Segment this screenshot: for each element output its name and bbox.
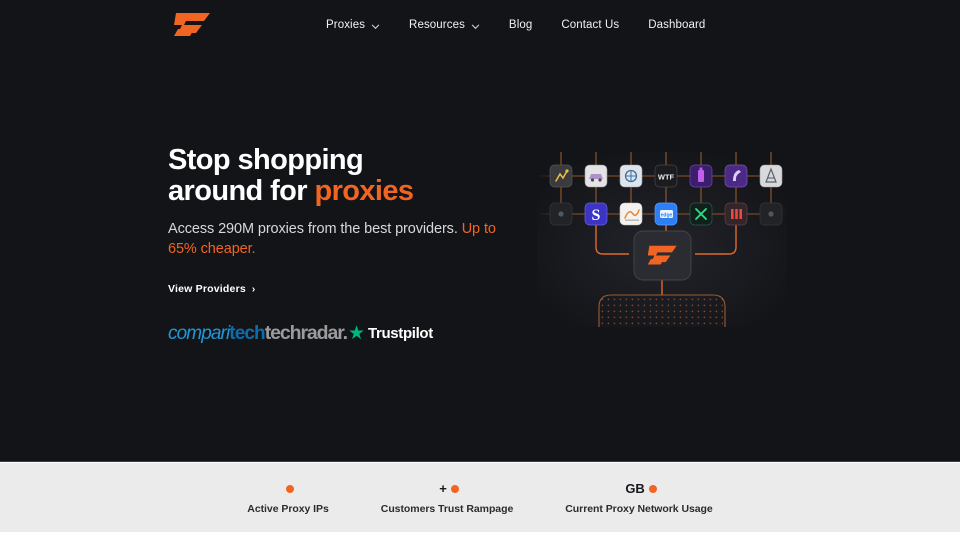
stat-current-proxy-network-usage: GB Current Proxy Network Usage — [539, 481, 738, 515]
tile-grey-tower-icon[interactable] — [759, 164, 783, 188]
headline-line-2-accent: proxies — [314, 174, 414, 207]
stats-bar: Active Proxy IPs + Customers Trust Rampa… — [0, 463, 960, 532]
tile-purple-bottle-icon[interactable] — [689, 164, 713, 188]
tile-network-icon[interactable] — [619, 164, 643, 188]
stat-customers-trust-rampage: + Customers Trust Rampage — [355, 481, 539, 515]
nav-item-contact-us[interactable]: Contact Us — [561, 19, 619, 31]
tile-car-icon[interactable] — [584, 164, 608, 188]
page-title: Stop shopping around for proxies — [168, 145, 498, 206]
nav-item-proxies[interactable]: Proxies — [326, 19, 380, 31]
hero-copy: Stop shopping around for proxies Access … — [168, 145, 498, 297]
loading-dot-icon — [648, 484, 657, 493]
rampage-r-logo-icon — [174, 13, 210, 36]
loading-dot-icon — [286, 484, 295, 493]
page-root: Proxies Resources Blog Contact Us Dashbo… — [0, 0, 960, 540]
comparitech-light-text: compari — [168, 323, 230, 345]
trustpilot-star-icon: ★ — [347, 323, 366, 345]
chevron-down-icon — [371, 22, 380, 31]
nav-item-blog[interactable]: Blog — [509, 19, 532, 31]
chevron-down-icon — [471, 22, 480, 31]
tile-light-card-icon[interactable] — [619, 202, 643, 226]
badge-comparitech[interactable]: comparitech — [168, 323, 266, 345]
subcopy-plain: Access 290M proxies from the best provid… — [168, 221, 462, 238]
trustpilot-label: Trustpilot — [368, 325, 433, 343]
nav-links: Proxies Resources Blog Contact Us Dashbo… — [326, 0, 705, 50]
nav-item-dashboard[interactable]: Dashboard — [648, 19, 705, 31]
diagram-mid-row: S edge — [549, 202, 783, 226]
tile-purple-lamp-icon[interactable] — [724, 164, 748, 188]
stat-value — [282, 481, 295, 497]
tile-x-green-icon[interactable] — [689, 202, 713, 226]
stat-label: Current Proxy Network Usage — [565, 502, 713, 515]
stat-value: GB — [621, 481, 657, 497]
nav-item-label: Resources — [409, 19, 465, 31]
svg-text:S: S — [592, 207, 601, 224]
hero-subcopy: Access 290M proxies from the best provid… — [168, 220, 498, 259]
brand-logo[interactable] — [172, 11, 212, 38]
nav-item-label: Contact Us — [561, 19, 620, 31]
top-navigation: Proxies Resources Blog Contact Us Dashbo… — [0, 0, 960, 50]
diagram-center-hub[interactable] — [633, 230, 692, 281]
stat-label: Customers Trust Rampage — [380, 502, 514, 515]
badge-trustpilot[interactable]: ★ Trustpilot — [348, 324, 433, 343]
proxy-network-diagram: WTF S edge — [537, 152, 787, 327]
tile-node-dot-left — [549, 202, 573, 226]
svg-text:WTF: WTF — [658, 173, 675, 182]
view-providers-label: View Providers — [168, 283, 246, 296]
stat-suffix: GB — [625, 481, 645, 496]
svg-text:edge: edge — [661, 213, 673, 219]
trust-badges: comparitech techradar. ★ Trustpilot — [168, 323, 433, 345]
view-providers-button[interactable]: View Providers › — [168, 283, 255, 295]
chevron-right-icon: › — [251, 283, 256, 295]
tile-wtf-icon[interactable]: WTF — [654, 164, 678, 188]
stat-active-proxy-ips: Active Proxy IPs — [221, 481, 355, 515]
stat-suffix: + — [439, 481, 447, 496]
badge-techradar[interactable]: techradar. — [265, 323, 348, 344]
nav-item-label: Blog — [508, 19, 533, 31]
comparitech-bold-text: tech — [229, 323, 265, 345]
tile-chart-icon[interactable] — [549, 164, 573, 188]
hero-section: Proxies Resources Blog Contact Us Dashbo… — [0, 0, 960, 462]
tile-node-dot-right — [759, 202, 783, 226]
tile-red-bars-icon[interactable] — [724, 202, 748, 226]
headline-line-1: Stop shopping — [168, 144, 364, 176]
nav-item-label: Dashboard — [648, 19, 706, 31]
headline-line-2-plain: around for — [168, 174, 315, 207]
stat-label: Active Proxy IPs — [247, 502, 329, 515]
dotted-grid-panel — [598, 294, 726, 327]
loading-dot-icon — [450, 484, 459, 493]
stat-value: + — [435, 481, 459, 497]
tile-smartproxy-s-icon[interactable]: S — [584, 202, 608, 226]
nav-item-resources[interactable]: Resources — [409, 19, 480, 31]
nav-item-label: Proxies — [326, 19, 366, 31]
tile-blue-bright-icon[interactable]: edge — [654, 202, 678, 226]
